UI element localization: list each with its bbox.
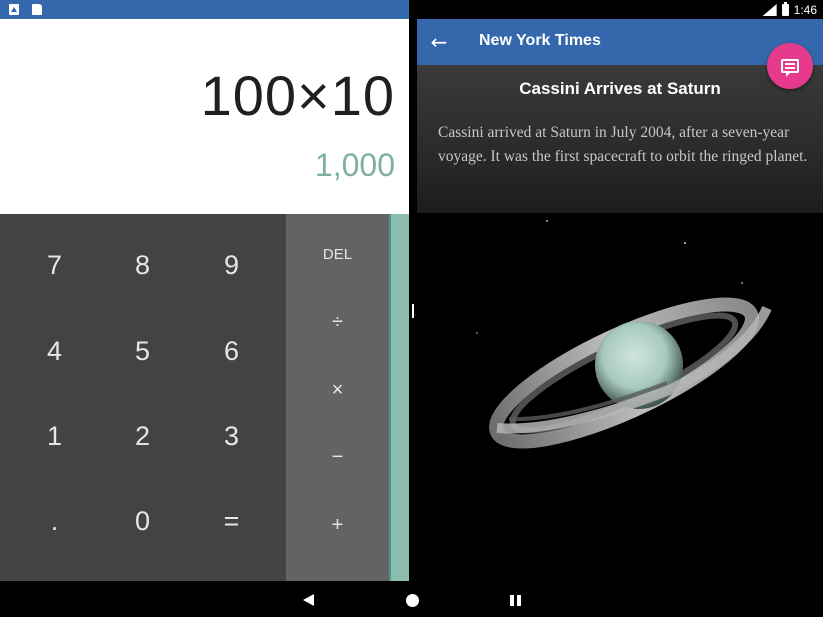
- back-arrow-icon[interactable]: ←: [427, 30, 451, 54]
- calculator-display: 100×10 1,000: [0, 19, 409, 214]
- article-app: Cassini Arrives at Saturn Cassini arrive…: [417, 19, 823, 581]
- screen: 1:46 100×10 1,000 7 8 9 4 5 6 1 2 3 . 0 …: [0, 0, 823, 617]
- article-body: Cassini arrived at Saturn in July 2004, …: [438, 124, 808, 165]
- delete-button[interactable]: DEL: [286, 221, 389, 287]
- key-8[interactable]: 8: [98, 222, 187, 308]
- key-0[interactable]: 0: [98, 478, 187, 564]
- multiply-button[interactable]: ×: [286, 357, 389, 423]
- sd-card-icon: [32, 4, 42, 15]
- saturn-image: [417, 213, 823, 581]
- calculator-app: 100×10 1,000 7 8 9 4 5 6 1 2 3 . 0 = DEL…: [0, 19, 409, 581]
- article-header: Cassini Arrives at Saturn Cassini arrive…: [417, 65, 823, 213]
- app-notification-icon: [9, 4, 19, 15]
- operator-pad: DEL ÷ × − +: [286, 214, 389, 581]
- result-text: 1,000: [314, 147, 395, 183]
- signal-icon: [763, 4, 777, 16]
- key-2[interactable]: 2: [98, 393, 187, 479]
- key-equals[interactable]: =: [187, 478, 276, 564]
- key-7[interactable]: 7: [10, 222, 99, 308]
- plus-button[interactable]: +: [286, 492, 389, 558]
- key-9[interactable]: 9: [187, 222, 276, 308]
- key-6[interactable]: 6: [187, 308, 276, 394]
- clock: 1:46: [793, 3, 817, 17]
- chat-icon: [781, 59, 799, 77]
- recents-icon[interactable]: [510, 595, 521, 606]
- key-1[interactable]: 1: [10, 393, 99, 479]
- status-bar-right: 1:46: [763, 2, 817, 18]
- key-decimal[interactable]: .: [10, 478, 99, 564]
- key-5[interactable]: 5: [98, 308, 187, 394]
- back-icon[interactable]: [303, 594, 314, 606]
- advanced-panel-handle[interactable]: [389, 214, 409, 581]
- divide-button[interactable]: ÷: [286, 289, 389, 355]
- home-icon[interactable]: [406, 594, 419, 607]
- formula-text[interactable]: 100×10: [201, 63, 395, 128]
- status-bar-left: [0, 0, 409, 19]
- digit-pad: 7 8 9 4 5 6 1 2 3 . 0 =: [0, 214, 286, 581]
- minus-button[interactable]: −: [286, 424, 389, 490]
- chat-button[interactable]: [767, 43, 813, 89]
- key-4[interactable]: 4: [10, 308, 99, 394]
- split-screen-divider[interactable]: [409, 0, 417, 581]
- app-title: New York Times: [479, 32, 601, 49]
- key-3[interactable]: 3: [187, 393, 276, 479]
- app-bar: ← New York Times: [417, 19, 823, 65]
- article-title: Cassini Arrives at Saturn: [519, 79, 721, 98]
- battery-icon: [781, 2, 789, 16]
- divider-handle[interactable]: [412, 304, 414, 318]
